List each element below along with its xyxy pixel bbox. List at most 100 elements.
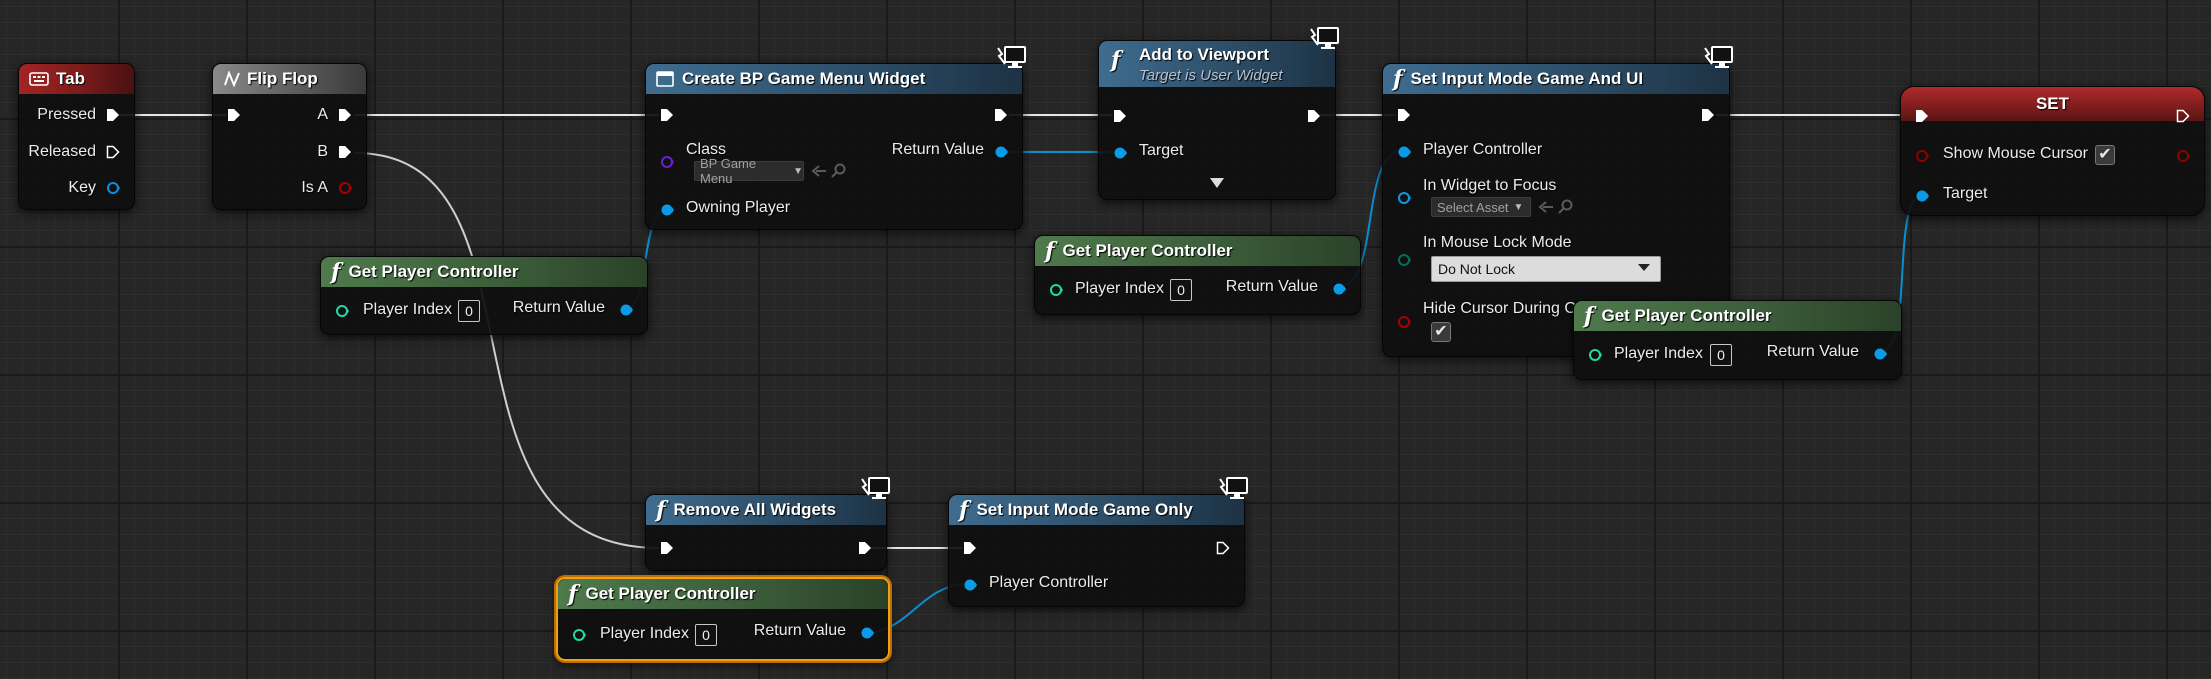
get-player-controller-node-1[interactable]: f Get Player Controller Player Index 0 R… xyxy=(320,256,648,335)
game-only-exec-in-pin[interactable] xyxy=(963,541,977,555)
flip-flop-node[interactable]: Flip Flop A B Is A xyxy=(212,63,367,210)
player-index-pin-3[interactable] xyxy=(1588,348,1602,362)
game-ui-exec-in-pin[interactable] xyxy=(1397,108,1411,122)
browse-search-icon[interactable] xyxy=(1558,199,1574,215)
show-mouse-cursor-out-pin[interactable] xyxy=(2176,149,2190,163)
hide-cursor-pin[interactable] xyxy=(1397,315,1411,329)
function-icon: f xyxy=(1045,238,1055,264)
get-player-controller-node-2[interactable]: f Get Player Controller Player Index 0 R… xyxy=(1034,235,1361,315)
player-index-input-1[interactable]: 0 xyxy=(458,300,480,322)
create-widget-return-pin[interactable] xyxy=(994,145,1008,159)
show-mouse-cursor-label: Show Mouse Cursor xyxy=(1943,145,2088,162)
set-input-mode-game-only-header[interactable]: f Set Input Mode Game Only xyxy=(949,495,1244,525)
pressed-exec-pin[interactable] xyxy=(106,108,120,122)
released-exec-pin[interactable] xyxy=(106,145,120,159)
add-to-viewport-subtitle: Target is User Widget xyxy=(1139,66,1283,84)
add-to-viewport-header[interactable]: f Add to Viewport Target is User Widget xyxy=(1099,41,1335,87)
class-selector[interactable]: BP Game Menu ▼ xyxy=(694,156,804,186)
owning-player-pin[interactable] xyxy=(660,203,674,217)
class-value: BP Game Menu xyxy=(700,156,757,186)
player-index-input-2[interactable]: 0 xyxy=(1170,279,1192,301)
tab-key-event-node[interactable]: Tab Pressed Released Key xyxy=(18,63,135,210)
game-only-player-controller-pin[interactable] xyxy=(963,578,977,592)
monitor-icon xyxy=(861,477,890,499)
set-input-mode-game-only-node[interactable]: f Set Input Mode Game Only Player Contro… xyxy=(948,477,1248,607)
use-selected-arrow-icon[interactable] xyxy=(811,164,827,178)
flip-flop-header[interactable]: Flip Flop xyxy=(213,64,366,94)
set-target-pin[interactable] xyxy=(1915,189,1929,203)
create-widget-title: Create BP Game Menu Widget xyxy=(682,69,926,88)
get-player-controller-header-2[interactable]: f Get Player Controller xyxy=(1035,236,1360,266)
player-index-input-4[interactable]: 0 xyxy=(695,624,717,646)
function-icon: f xyxy=(568,581,578,607)
chevron-down-icon[interactable] xyxy=(1209,177,1225,189)
tab-node-header[interactable]: Tab xyxy=(19,64,134,94)
monitor-icon xyxy=(1310,27,1339,49)
create-widget-node[interactable]: Create BP Game Menu Widget Class BP Game… xyxy=(645,46,1026,230)
use-selected-arrow-icon[interactable] xyxy=(1538,200,1554,214)
monitor-icon xyxy=(1704,46,1733,68)
add-to-viewport-exec-in-pin[interactable] xyxy=(1113,109,1127,123)
viewport-target-pin[interactable] xyxy=(1113,146,1127,160)
get-player-controller-title-3: Get Player Controller xyxy=(1601,306,1772,325)
widget-focus-pin[interactable] xyxy=(1397,191,1411,205)
browse-search-icon[interactable] xyxy=(831,163,847,179)
set-exec-in-pin[interactable] xyxy=(1915,109,1929,123)
released-label: Released xyxy=(28,143,96,160)
player-index-pin-4[interactable] xyxy=(572,628,586,642)
return-value-label-2: Return Value xyxy=(1225,278,1318,295)
get-player-controller-node-4[interactable]: f Get Player Controller Player Index 0 R… xyxy=(556,577,890,661)
set-show-mouse-cursor-node[interactable]: SET Show Mouse Cursor ✔ Target xyxy=(1900,86,2205,216)
flip-flop-a-pin[interactable] xyxy=(338,108,352,122)
mouse-lock-dropdown[interactable]: Do Not Lock xyxy=(1431,256,1661,282)
get-player-controller-header-4[interactable]: f Get Player Controller xyxy=(558,579,888,609)
show-mouse-cursor-in-pin[interactable] xyxy=(1915,149,1929,163)
remove-widgets-exec-in-pin[interactable] xyxy=(660,541,674,555)
player-index-pin-2[interactable] xyxy=(1049,283,1063,297)
game-ui-exec-out-pin[interactable] xyxy=(1701,108,1715,122)
key-event-icon xyxy=(29,72,49,86)
show-mouse-cursor-checkbox[interactable]: ✔ xyxy=(2095,145,2115,165)
game-only-exec-out-pin[interactable] xyxy=(1216,541,1230,555)
get-player-controller-title-4: Get Player Controller xyxy=(585,584,756,603)
add-to-viewport-exec-out-pin[interactable] xyxy=(1307,109,1321,123)
checkmark-icon: ✔ xyxy=(2098,146,2112,163)
set-input-mode-game-ui-header[interactable]: f Set Input Mode Game And UI xyxy=(1383,64,1729,94)
widget-focus-selector[interactable]: Select Asset ▼ xyxy=(1431,197,1531,217)
return-value-pin-2[interactable] xyxy=(1332,282,1346,296)
class-pin[interactable] xyxy=(660,155,674,169)
player-index-label-2: Player Index xyxy=(1075,280,1164,297)
get-player-controller-header-3[interactable]: f Get Player Controller xyxy=(1574,301,1901,331)
return-value-pin-1[interactable] xyxy=(619,303,633,317)
create-widget-exec-out-pin[interactable] xyxy=(994,108,1008,122)
create-widget-header[interactable]: Create BP Game Menu Widget xyxy=(646,64,1022,94)
return-value-pin-3[interactable] xyxy=(1873,347,1887,361)
hide-cursor-checkbox[interactable]: ✔ xyxy=(1431,322,1451,342)
flip-flop-exec-in-pin[interactable] xyxy=(227,108,241,122)
return-value-pin-4[interactable] xyxy=(860,626,874,640)
function-icon: f xyxy=(331,259,341,285)
flip-flop-a-label: A xyxy=(317,106,328,123)
widget-icon xyxy=(656,71,674,87)
tab-node-title: Tab xyxy=(56,69,85,88)
monitor-icon xyxy=(997,46,1026,68)
flip-flop-icon xyxy=(224,71,240,87)
player-index-label-1: Player Index xyxy=(363,301,452,318)
player-index-pin-1[interactable] xyxy=(335,304,349,318)
get-player-controller-node-3[interactable]: f Get Player Controller Player Index 0 R… xyxy=(1573,300,1902,380)
function-icon: f xyxy=(1584,303,1594,329)
set-exec-out-pin[interactable] xyxy=(2176,109,2190,123)
key-struct-pin[interactable] xyxy=(106,181,120,195)
get-player-controller-header-1[interactable]: f Get Player Controller xyxy=(321,257,647,287)
remove-widgets-exec-out-pin[interactable] xyxy=(858,541,872,555)
add-to-viewport-node[interactable]: f Add to Viewport Target is User Widget … xyxy=(1098,27,1339,200)
flip-flop-b-pin[interactable] xyxy=(338,145,352,159)
remove-all-widgets-header[interactable]: f Remove All Widgets xyxy=(646,495,886,525)
create-widget-exec-in-pin[interactable] xyxy=(660,108,674,122)
flip-flop-is-a-pin[interactable] xyxy=(338,181,352,195)
set-node-header[interactable]: SET xyxy=(1901,87,2204,121)
mouse-lock-pin[interactable] xyxy=(1397,253,1411,267)
game-ui-player-controller-pin[interactable] xyxy=(1397,145,1411,159)
player-index-input-3[interactable]: 0 xyxy=(1710,344,1732,366)
remove-all-widgets-node[interactable]: f Remove All Widgets xyxy=(645,477,890,571)
